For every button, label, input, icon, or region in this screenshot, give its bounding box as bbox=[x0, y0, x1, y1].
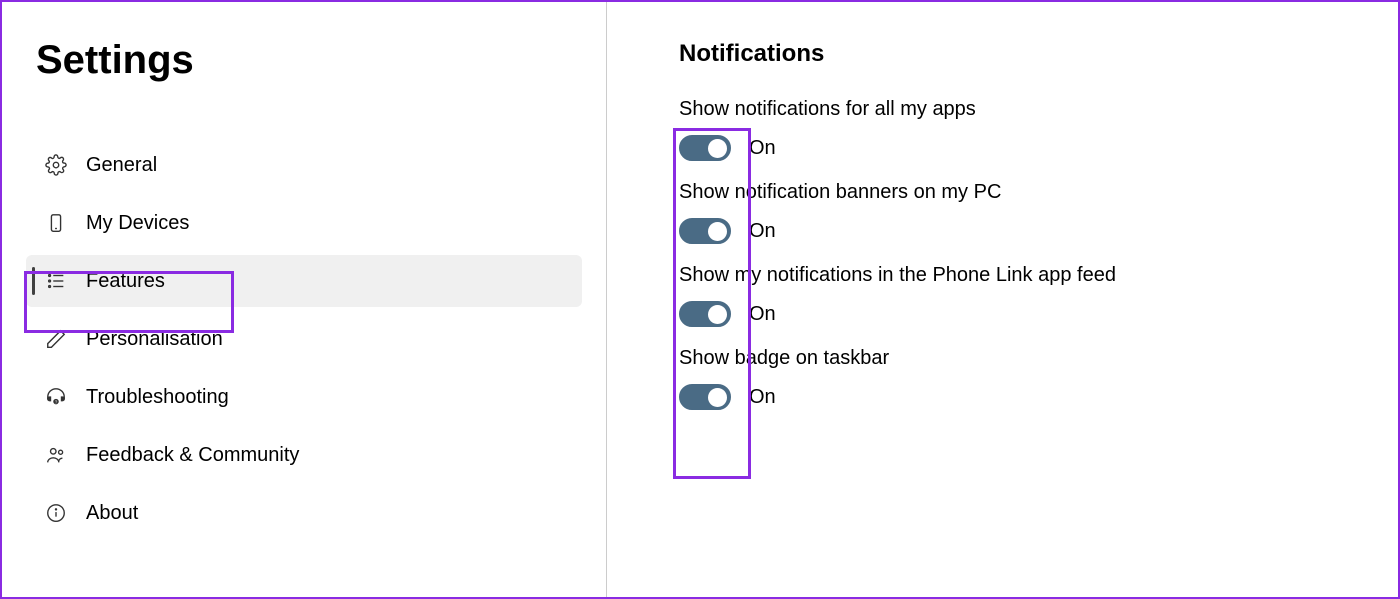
page-title: Settings bbox=[36, 38, 586, 83]
toggle-state: On bbox=[749, 303, 776, 326]
sidebar-item-feedback-community[interactable]: Feedback & Community bbox=[26, 429, 582, 481]
headset-help-icon: ? bbox=[44, 385, 68, 409]
sidebar-item-troubleshooting[interactable]: ? Troubleshooting bbox=[26, 371, 582, 423]
sidebar-item-label: Features bbox=[86, 270, 165, 293]
toggle-show-notifications-feed[interactable] bbox=[679, 301, 731, 327]
list-icon bbox=[44, 269, 68, 293]
setting-row: Show my notifications in the Phone Link … bbox=[679, 264, 1398, 327]
main-content: Notifications Show notifications for all… bbox=[607, 2, 1398, 597]
toggle-state: On bbox=[749, 386, 776, 409]
toggle-state: On bbox=[749, 137, 776, 160]
setting-row: Show badge on taskbar On bbox=[679, 347, 1398, 410]
sidebar: Settings General My Devices Features Per… bbox=[2, 2, 607, 597]
sidebar-item-label: General bbox=[86, 154, 157, 177]
toggle-show-notification-banners[interactable] bbox=[679, 218, 731, 244]
setting-label: Show notification banners on my PC bbox=[679, 181, 1398, 204]
setting-label: Show badge on taskbar bbox=[679, 347, 1398, 370]
phone-icon bbox=[44, 211, 68, 235]
sidebar-item-label: Troubleshooting bbox=[86, 386, 229, 409]
sidebar-item-my-devices[interactable]: My Devices bbox=[26, 197, 582, 249]
sidebar-item-label: Feedback & Community bbox=[86, 444, 299, 467]
pen-icon bbox=[44, 327, 68, 351]
sidebar-item-general[interactable]: General bbox=[26, 139, 582, 191]
gear-icon bbox=[44, 153, 68, 177]
toggle-show-badge-taskbar[interactable] bbox=[679, 384, 731, 410]
info-icon bbox=[44, 501, 68, 525]
sidebar-item-personalisation[interactable]: Personalisation bbox=[26, 313, 582, 365]
sidebar-item-label: My Devices bbox=[86, 212, 189, 235]
toggle-show-notifications-all-apps[interactable] bbox=[679, 135, 731, 161]
sidebar-item-label: Personalisation bbox=[86, 328, 223, 351]
sidebar-item-label: About bbox=[86, 502, 138, 525]
setting-row: Show notifications for all my apps On bbox=[679, 98, 1398, 161]
people-icon bbox=[44, 443, 68, 467]
setting-label: Show notifications for all my apps bbox=[679, 98, 1398, 121]
sidebar-item-features[interactable]: Features bbox=[26, 255, 582, 307]
section-title: Notifications bbox=[679, 40, 1398, 68]
setting-row: Show notification banners on my PC On bbox=[679, 181, 1398, 244]
sidebar-item-about[interactable]: About bbox=[26, 487, 582, 539]
toggle-state: On bbox=[749, 220, 776, 243]
setting-label: Show my notifications in the Phone Link … bbox=[679, 264, 1398, 287]
